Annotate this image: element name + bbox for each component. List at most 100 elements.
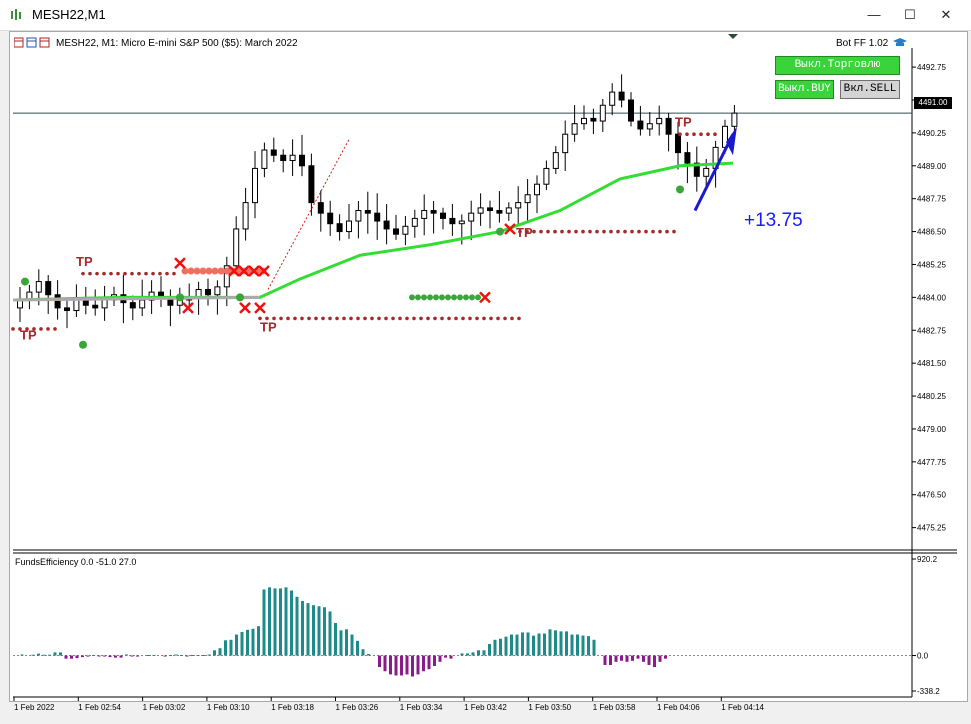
tp-dot xyxy=(81,271,85,276)
indicator-histogram-bar xyxy=(97,655,101,657)
candle-body xyxy=(205,288,211,296)
tp-dot xyxy=(454,316,458,321)
indicator-histogram-bar xyxy=(526,632,530,656)
price-axis-label: 4475.25 xyxy=(917,524,946,533)
sell-toggle-button[interactable]: Вкл.SELL xyxy=(840,80,900,99)
indicator-label: FundsEfficiency 0.0 -51.0 27.0 xyxy=(15,557,137,567)
salmon-marker xyxy=(193,267,201,275)
buy-toggle-button[interactable]: Выкл.BUY xyxy=(775,80,834,99)
tp-dot xyxy=(468,316,472,321)
candle-body xyxy=(139,299,146,309)
tp-dot xyxy=(53,327,57,331)
tp-dot xyxy=(644,229,648,234)
tp-dot xyxy=(685,132,689,137)
tp-dot xyxy=(158,271,162,276)
tp-dot xyxy=(286,316,290,321)
candle-body xyxy=(496,210,503,214)
salmon-marker xyxy=(211,267,219,275)
price-axis-label: 4476.50 xyxy=(917,491,946,500)
indicator-histogram-bar xyxy=(152,655,156,656)
tp-dot xyxy=(123,271,127,276)
bot-label: Bot FF 1.02 xyxy=(836,38,889,49)
candle-body xyxy=(552,152,559,169)
tp-dot xyxy=(130,271,134,276)
indicator-histogram-bar xyxy=(31,654,35,656)
cross-marker xyxy=(174,257,186,270)
tp-dot xyxy=(307,316,311,321)
indicator-histogram-bar xyxy=(570,634,574,656)
chart-header-icons xyxy=(14,37,50,48)
indicator-histogram-bar xyxy=(290,590,293,656)
salmon-marker xyxy=(181,267,189,275)
indicator-histogram-bar xyxy=(103,655,106,657)
indicator-histogram-bar xyxy=(499,638,502,656)
candle-body xyxy=(393,228,399,235)
candle-body xyxy=(129,302,136,309)
green-marker xyxy=(445,294,451,301)
indicator-histogram-bar xyxy=(625,655,629,662)
price-chart[interactable]: 4492.754491.504490.254489.004487.754486.… xyxy=(0,0,971,724)
candle-body xyxy=(637,120,644,130)
candle-body xyxy=(421,210,428,219)
tp-dot xyxy=(475,316,479,321)
tp-dot xyxy=(665,229,669,234)
indicator-histogram-bar xyxy=(268,587,271,656)
candle-body xyxy=(252,167,258,204)
candle-body xyxy=(280,154,287,162)
indicator-histogram-bar xyxy=(257,626,260,656)
tp-dot xyxy=(630,229,634,234)
candle-body xyxy=(477,207,484,214)
candle-body xyxy=(270,149,277,156)
tp-dot xyxy=(602,229,606,234)
indicator-histogram-bar xyxy=(301,600,304,656)
tp-dot xyxy=(328,316,332,321)
time-axis-label: 1 Feb 02:54 xyxy=(78,703,121,712)
candle-body xyxy=(468,212,475,222)
tp-dot xyxy=(144,271,148,276)
green-marker xyxy=(409,294,415,301)
candle-body xyxy=(440,212,446,219)
tp-dot xyxy=(637,229,641,234)
tp-dot xyxy=(363,316,367,321)
price-axis-label: 4484.00 xyxy=(917,293,946,302)
indicator-histogram-bar xyxy=(284,587,288,656)
indicator-histogram-bar xyxy=(554,630,557,656)
tp-dot xyxy=(581,229,585,234)
candle-body xyxy=(355,210,362,222)
indicator-histogram-bar xyxy=(262,589,266,656)
tp-dot xyxy=(623,229,627,234)
tp-dot xyxy=(489,316,493,321)
green-marker xyxy=(421,294,427,301)
tp-dot xyxy=(314,316,318,321)
candle-body xyxy=(571,123,578,135)
indicator-histogram-bar xyxy=(70,655,73,659)
indicator-histogram-bar xyxy=(510,634,513,656)
indicator-histogram-bar xyxy=(488,643,491,656)
indicator-histogram-bar xyxy=(394,655,398,676)
tp-dot xyxy=(433,316,437,321)
candle-body xyxy=(101,299,108,309)
salmon-marker xyxy=(205,267,213,275)
indicator-histogram-bar xyxy=(213,650,216,656)
indicator-histogram-bar xyxy=(537,633,541,656)
tp-dot xyxy=(398,316,402,321)
indicator-histogram-bar xyxy=(565,631,568,656)
green-marker xyxy=(415,294,421,301)
time-axis-label: 1 Feb 2022 xyxy=(14,703,55,712)
candle-body xyxy=(374,212,381,222)
candle-body xyxy=(656,117,663,125)
tp-dot xyxy=(405,316,409,321)
tp-dot xyxy=(342,316,346,321)
tp-dot xyxy=(39,327,43,331)
tp-dot xyxy=(426,316,430,321)
tp-dot xyxy=(370,316,374,321)
salmon-marker xyxy=(223,267,231,275)
candle-body xyxy=(590,117,597,122)
tp-label: TP xyxy=(76,254,93,269)
tp-dot xyxy=(546,229,550,234)
tp-dot xyxy=(377,316,381,321)
trade-toggle-button[interactable]: Выкл.Торговлю xyxy=(775,56,900,75)
candle-body xyxy=(618,91,625,101)
green-marker xyxy=(463,294,469,301)
indicator-histogram-bar xyxy=(636,655,640,659)
